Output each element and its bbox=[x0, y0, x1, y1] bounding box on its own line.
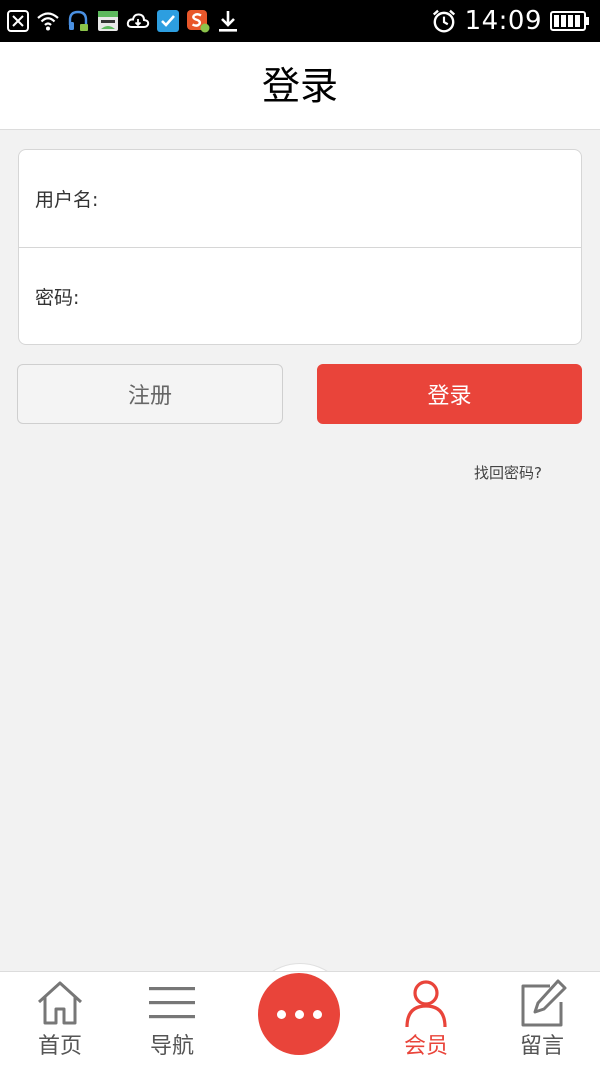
cloud-icon bbox=[126, 13, 150, 28]
nav-item-home[interactable]: 首页 bbox=[0, 972, 120, 1067]
password-row: 密码: bbox=[19, 247, 581, 344]
register-button[interactable]: 注册 bbox=[17, 364, 283, 424]
more-button[interactable] bbox=[258, 973, 340, 1055]
close-notification-icon bbox=[7, 10, 29, 32]
username-row: 用户名: bbox=[19, 150, 581, 247]
user-icon bbox=[405, 980, 447, 1028]
more-dots-icon bbox=[276, 1009, 286, 1019]
page-title: 登录 bbox=[261, 64, 338, 108]
nav-label-home: 首页 bbox=[37, 1034, 82, 1059]
status-right: 14:09 bbox=[431, 4, 590, 38]
download-icon bbox=[219, 11, 237, 32]
more-dot bbox=[312, 1009, 322, 1019]
home-icon bbox=[37, 981, 83, 1025]
battery-icon bbox=[550, 11, 589, 31]
nav-label-navigation: 导航 bbox=[149, 1034, 194, 1059]
nav-item-navigation[interactable]: 导航 bbox=[112, 972, 232, 1067]
clock-time: 14:09 bbox=[464, 6, 542, 36]
password-label: 密码: bbox=[35, 287, 80, 309]
nav-label-member: 会员 bbox=[403, 1034, 448, 1059]
edit-icon bbox=[521, 979, 567, 1027]
title-bar: 登录 bbox=[0, 42, 600, 130]
forgot-password-link[interactable]: 找回密码? bbox=[474, 462, 542, 483]
sogou-input-icon bbox=[187, 10, 210, 33]
more-dot bbox=[294, 1009, 304, 1019]
alarm-clock-icon bbox=[432, 9, 455, 33]
login-form: 用户名: 密码: bbox=[18, 149, 582, 345]
username-label: 用户名: bbox=[35, 189, 99, 211]
menu-icon bbox=[149, 987, 195, 1019]
headset-app-icon bbox=[68, 10, 88, 31]
nav-item-message[interactable]: 留言 bbox=[482, 972, 600, 1067]
security-app-icon bbox=[157, 10, 179, 32]
login-button[interactable]: 登录 bbox=[317, 364, 582, 424]
username-input[interactable] bbox=[98, 168, 581, 229]
status-bar: 14:09 bbox=[0, 0, 600, 42]
store-app-icon bbox=[98, 11, 118, 31]
wifi-icon bbox=[37, 12, 59, 31]
password-input[interactable] bbox=[79, 266, 581, 327]
nav-item-member[interactable]: 会员 bbox=[366, 972, 486, 1067]
status-icons bbox=[6, 6, 240, 36]
nav-label-message: 留言 bbox=[519, 1034, 564, 1059]
